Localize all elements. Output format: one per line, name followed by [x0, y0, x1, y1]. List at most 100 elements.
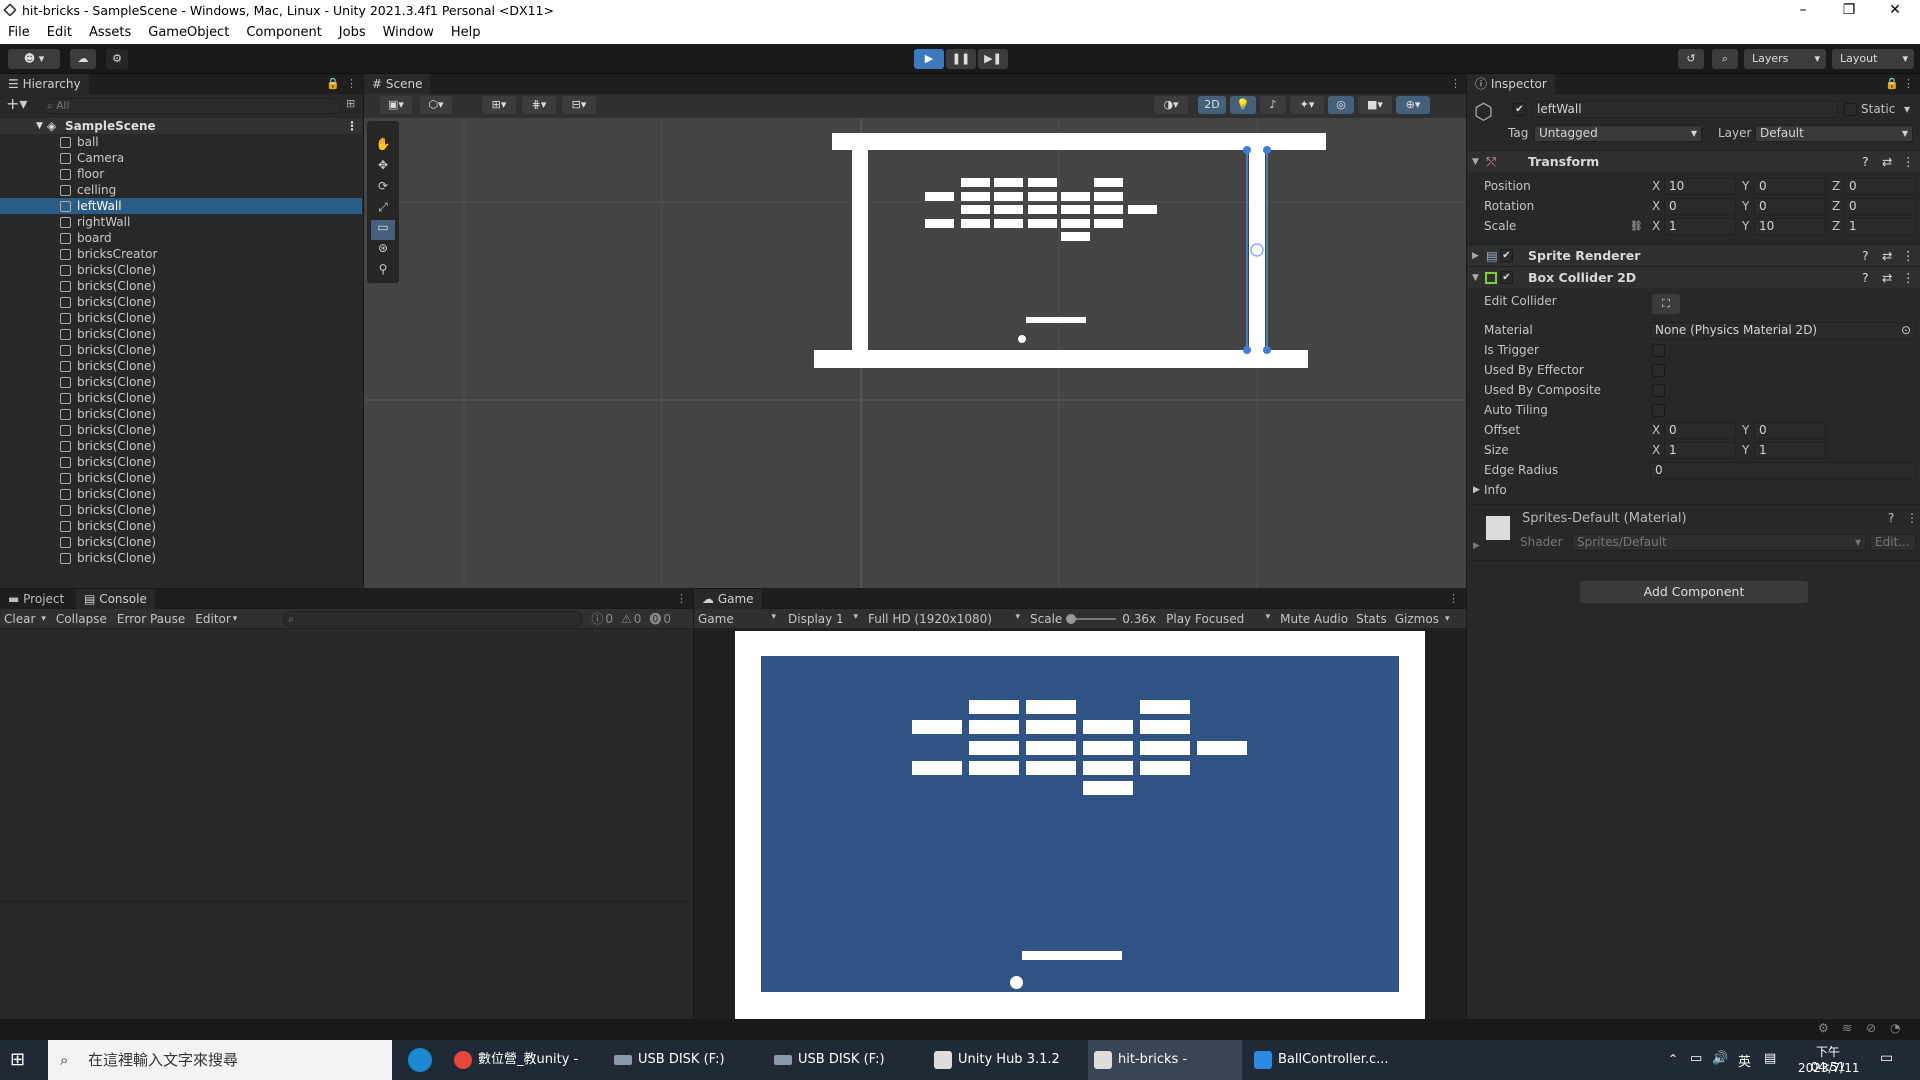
active-checkbox[interactable]: ✔ [1513, 103, 1526, 116]
layout-dropdown[interactable]: Layout ▾ [1832, 49, 1914, 69]
play-button[interactable]: ▶ [914, 49, 944, 69]
more-icon[interactable]: ⋮ [1906, 510, 1918, 527]
scene-root-row[interactable]: ▼ ◈ SampleScene ⋮ [0, 118, 362, 134]
hierarchy-item-bricks-clone[interactable]: bricks(Clone) [0, 422, 362, 438]
step-button[interactable]: ▶❚ [978, 49, 1008, 69]
menu-gameobject[interactable]: GameObject [148, 22, 229, 44]
static-checkbox[interactable] [1844, 103, 1857, 116]
scale-tool-icon[interactable]: ⤢ [371, 200, 395, 215]
hierarchy-item-bricks-clone[interactable]: bricks(Clone) [0, 326, 362, 342]
history-icon[interactable]: ↺ [1678, 49, 1704, 69]
error-icon[interactable]: ⓿ [649, 610, 661, 627]
help-icon[interactable]: ? [1888, 510, 1894, 527]
box-collider-enabled-checkbox[interactable]: ✔ [1500, 271, 1513, 284]
tab-game[interactable]: ☁ Game [694, 589, 762, 609]
rect-tool-icon[interactable]: ▭ [371, 220, 395, 240]
transform-header[interactable]: ▼ ⤲ Transform ? ⇄ ⋮ [1468, 150, 1920, 172]
input-method-icon[interactable]: ▤ [1764, 1051, 1776, 1066]
position-x-field[interactable]: 10 [1664, 178, 1736, 195]
hierarchy-item-brickscreator[interactable]: bricksCreator [0, 246, 362, 262]
rotation-y-field[interactable]: 0 [1754, 198, 1826, 215]
hierarchy-item-bricks-clone[interactable]: bricks(Clone) [0, 310, 362, 326]
menu-component[interactable]: Component [246, 22, 321, 44]
link-icon[interactable]: ⛓ [1630, 218, 1643, 235]
tab-scene[interactable]: # Scene [364, 74, 431, 94]
tab-project[interactable]: ▬ Project [0, 589, 73, 609]
tab-hierarchy[interactable]: ☰ Hierarchy [0, 74, 89, 94]
taskbar-app-vscode[interactable]: BallController.c... [1248, 1040, 1402, 1080]
scale-slider-thumb[interactable] [1066, 613, 1077, 624]
game-viewport[interactable] [694, 629, 1466, 1019]
draw-mode-icon[interactable]: ▣▾ [380, 96, 412, 114]
scale-slider[interactable] [1066, 613, 1117, 624]
chevron-down-icon[interactable]: ▾ [1445, 614, 1450, 624]
move-tool-icon[interactable]: ✥ [371, 158, 395, 172]
object-name-field[interactable]: leftWall [1532, 101, 1838, 118]
taskbar-app-usb1[interactable]: USB DISK (F:) [608, 1040, 762, 1080]
static-dropdown-icon[interactable]: ▾ [1904, 101, 1910, 118]
help-icon[interactable]: ? [1862, 151, 1869, 173]
object-picker-icon[interactable]: ⊙ [1901, 323, 1911, 338]
editor-dropdown[interactable]: Editor [195, 612, 231, 626]
hierarchy-item-bricks-clone[interactable]: bricks(Clone) [0, 342, 362, 358]
edit-collider-button[interactable]: ⛶ [1652, 294, 1680, 314]
taskbar-app-usb2[interactable]: USB DISK (F:) [768, 1040, 922, 1080]
clear-button[interactable]: Clear [4, 612, 35, 626]
hierarchy-item-bricks-clone[interactable]: bricks(Clone) [0, 518, 362, 534]
hierarchy-item-bricks-clone[interactable]: bricks(Clone) [0, 470, 362, 486]
hierarchy-item-celling[interactable]: celling [0, 182, 362, 198]
hierarchy-item-rightwall[interactable]: rightWall [0, 214, 362, 230]
tray-chevron-icon[interactable]: ⌃ [1668, 1052, 1678, 1066]
hierarchy-item-bricks-clone[interactable]: bricks(Clone) [0, 406, 362, 422]
console-splitter[interactable] [0, 901, 693, 902]
more-icon[interactable]: ⋮ [1450, 77, 1461, 90]
edge-radius-field[interactable]: 0 [1650, 462, 1916, 479]
edge-icon[interactable] [408, 1048, 432, 1072]
chevron-down-icon[interactable]: ▾ [41, 614, 46, 624]
gizmos-icon[interactable]: ⊕▾ [1396, 96, 1430, 114]
gizmo-sphere-icon[interactable]: ◑▾ [1154, 96, 1188, 114]
info-foldout[interactable]: Info [1484, 482, 1507, 499]
shader-dropdown[interactable]: Sprites/Default ▾ [1572, 534, 1866, 551]
volume-icon[interactable]: 🔊 [1712, 1051, 1728, 1066]
more-icon[interactable]: ⋮ [1902, 245, 1915, 267]
hidden-objects-icon[interactable]: ◎ [1328, 96, 1354, 114]
preset-icon[interactable]: ⇄ [1882, 151, 1892, 173]
add-icon[interactable]: +▾ [6, 94, 27, 113]
hierarchy-item-floor[interactable]: floor [0, 166, 362, 182]
scale-x-field[interactable]: 1 [1664, 218, 1736, 235]
custom-tool-icon[interactable]: ⚲ [371, 262, 395, 276]
hierarchy-item-bricks-clone[interactable]: bricks(Clone) [0, 358, 362, 374]
increment-snap-icon[interactable]: ⊟▾ [562, 96, 596, 114]
debug-icon[interactable]: ⚙ [1818, 1021, 1829, 1035]
minimize-icon[interactable]: – [1780, 0, 1826, 22]
hierarchy-item-bricks-clone[interactable]: bricks(Clone) [0, 262, 362, 278]
position-y-field[interactable]: 0 [1754, 178, 1826, 195]
menu-edit[interactable]: Edit [47, 22, 72, 44]
game-mode-dropdown[interactable]: Game ▾ [698, 612, 776, 626]
lock-icon[interactable]: 🔒 [1885, 77, 1899, 90]
preset-icon[interactable]: ⇄ [1882, 267, 1892, 289]
lock-icon[interactable]: 🔒 [326, 77, 340, 90]
shader-edit-button[interactable]: Edit... [1870, 534, 1916, 551]
camera-icon[interactable]: ■▾ [1358, 96, 1392, 114]
hierarchy-item-bricks-clone[interactable]: bricks(Clone) [0, 502, 362, 518]
filter-icon[interactable]: ⊞ [346, 97, 355, 110]
cache-icon[interactable]: ≋ [1842, 1021, 1852, 1035]
layer-dropdown[interactable]: Default ▾ [1755, 125, 1913, 142]
collapse-icon[interactable]: ▶ [1473, 482, 1480, 499]
hierarchy-item-bricks-clone[interactable]: bricks(Clone) [0, 374, 362, 390]
more-icon[interactable]: ⋮ [676, 592, 687, 605]
more-icon[interactable]: ⋮ [1903, 77, 1914, 90]
network-tray-icon[interactable]: ▭ [1690, 1051, 1702, 1066]
network-icon[interactable]: ⊘ [1866, 1021, 1876, 1035]
rotate-tool-icon[interactable]: ⟳ [371, 179, 395, 193]
add-component-button[interactable]: Add Component [1580, 581, 1808, 603]
hierarchy-item-bricks-clone[interactable]: bricks(Clone) [0, 534, 362, 550]
used-by-composite-checkbox[interactable] [1652, 384, 1665, 397]
sprite-renderer-enabled-checkbox[interactable]: ✔ [1500, 249, 1513, 262]
close-icon[interactable]: ✕ [1872, 0, 1918, 22]
hierarchy-item-bricks-clone[interactable]: bricks(Clone) [0, 294, 362, 310]
account-button[interactable]: ☻ ▾ [8, 49, 60, 69]
help-icon[interactable]: ? [1862, 245, 1869, 267]
